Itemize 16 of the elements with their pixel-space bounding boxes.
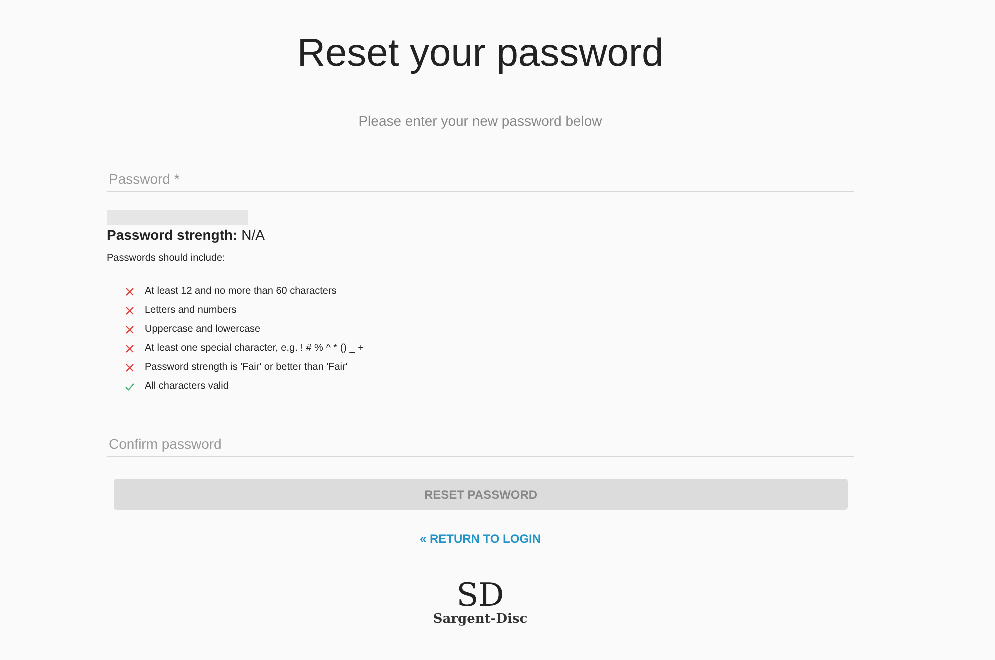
return-to-login-link[interactable]: « RETURN TO LOGIN bbox=[420, 532, 542, 546]
rule-text: All characters valid bbox=[145, 381, 229, 392]
strength-label: Password strength: bbox=[107, 227, 238, 243]
rule-text: At least 12 and no more than 60 characters bbox=[145, 286, 337, 297]
logo-name: Sargent-Disc bbox=[433, 612, 528, 627]
page-title: Reset your password bbox=[296, 32, 665, 76]
rules-heading: Passwords should include: bbox=[107, 253, 226, 264]
rule-text: Uppercase and lowercase bbox=[145, 324, 261, 335]
rule-text: Password strength is 'Fair' or better than 'Fair' bbox=[145, 362, 348, 373]
rule-text: At least one special character, e.g. ! # % ^ * () _ + bbox=[145, 343, 364, 354]
password-field[interactable]: Password * bbox=[107, 167, 854, 192]
confirm-password-field[interactable]: Confirm password bbox=[107, 432, 854, 457]
subtitle: Please enter your new password below bbox=[358, 113, 604, 129]
rule-text: Letters and numbers bbox=[145, 305, 237, 316]
strength-value: N/A bbox=[242, 227, 265, 243]
logo-mark: SD bbox=[456, 578, 504, 612]
